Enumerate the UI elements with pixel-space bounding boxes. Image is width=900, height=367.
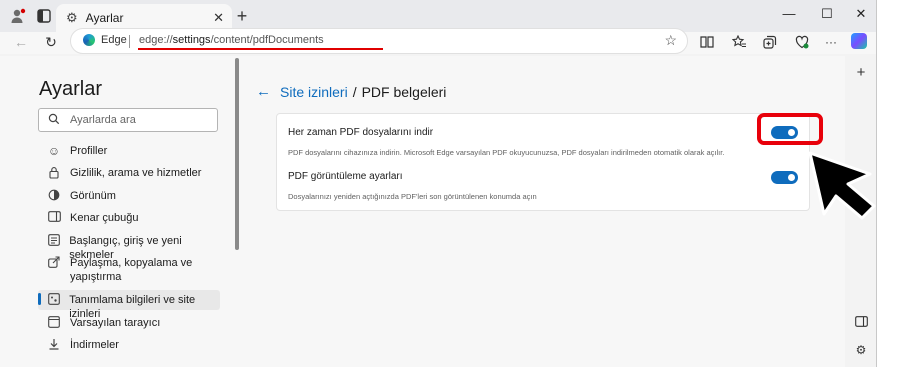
reading-view-icon[interactable]	[699, 35, 715, 52]
url-bold: settings	[172, 34, 211, 46]
main-panel: ← Site izinleri / PDF belgeleri Her zama…	[246, 56, 845, 367]
sidebar-icon	[47, 211, 61, 225]
sidebar-title: Ayarlar	[39, 78, 102, 100]
back-arrow-icon[interactable]: ←	[256, 83, 271, 100]
profile-icon: ☺	[47, 144, 61, 158]
url-rest: /content/pdfDocuments	[210, 34, 324, 46]
start-icon	[47, 234, 60, 249]
hide-sidebar-icon[interactable]	[854, 316, 868, 330]
profile-avatar-icon[interactable]	[10, 8, 26, 24]
sidebar-item-startup[interactable]: Başlangıç, giriş ve yeni sekmeler	[38, 234, 220, 261]
url-text[interactable]: edge://settings/content/pdfDocuments	[139, 34, 324, 46]
address-bar[interactable]: Edge edge://settings/content/pdfDocument…	[70, 28, 688, 54]
settings-page: Ayarlar Ayarlarda ara ☺ Profiller Gizlil…	[0, 56, 845, 367]
always-download-pdf-description: PDF dosyalarını cihazınıza indirin. Micr…	[288, 148, 725, 157]
sidebar-item-share[interactable]: Paylaşma, kopyalama ve yapıştırma	[38, 256, 220, 286]
sidebar-item-downloads[interactable]: İndirmeler	[38, 338, 220, 354]
maximize-button[interactable]: ☐	[817, 6, 837, 22]
appearance-icon	[47, 189, 61, 204]
sidebar-item-default-browser[interactable]: Varsayılan tarayıcı	[38, 316, 220, 332]
browser-window: ⚙ Ayarlar ✕ + — ☐ ✕ ← ↻ Edge edge://sett…	[0, 0, 877, 367]
address-divider	[129, 35, 130, 48]
more-options-icon[interactable]: ···	[823, 35, 839, 49]
back-button[interactable]: ←	[12, 34, 30, 50]
gear-icon: ⚙	[66, 10, 78, 25]
add-sidebar-app-icon[interactable]: +	[854, 64, 868, 81]
sidebar-settings-gear-icon[interactable]: ⚙	[854, 343, 868, 357]
sidebar-item-appearance[interactable]: Görünüm	[38, 189, 220, 205]
search-input[interactable]: Ayarlarda ara	[38, 108, 218, 132]
copilot-icon[interactable]	[851, 33, 867, 49]
toggle-knob	[788, 174, 795, 181]
sidebar-scrollbar[interactable]	[235, 58, 239, 250]
browser-icon	[47, 316, 61, 331]
sidebar-item-label: Paylaşma, kopyalama ve yapıştırma	[70, 257, 193, 283]
sidebar-item-profiles[interactable]: ☺ Profiller	[38, 144, 220, 160]
sidebar-item-cookies[interactable]: Tanımlama bilgileri ve site izinleri	[38, 290, 220, 320]
sidebar-item-label: Görünüm	[70, 190, 116, 202]
sidebar-item-label: İndirmeler	[70, 339, 119, 351]
cookies-icon	[47, 293, 60, 308]
url-red-underline	[138, 48, 383, 50]
sidebar-item-label: Gizlilik, arama ve hizmetler	[70, 167, 202, 179]
tab-close-icon[interactable]: ✕	[213, 10, 224, 26]
edge-chip[interactable]: Edge	[83, 34, 127, 46]
always-download-pdf-title: Her zaman PDF dosyalarını indir	[288, 127, 434, 138]
close-window-button[interactable]: ✕	[851, 6, 871, 22]
pdf-settings-card: Her zaman PDF dosyalarını indir PDF dosy…	[276, 113, 810, 211]
edge-logo-icon	[83, 34, 95, 46]
minimize-button[interactable]: —	[779, 6, 799, 21]
workspaces-icon[interactable]	[36, 8, 52, 24]
favorite-star-icon[interactable]: ☆	[664, 32, 677, 49]
tab-title: Ayarlar	[85, 11, 124, 25]
settings-sidebar: Ayarlar Ayarlarda ara ☺ Profiller Gizlil…	[0, 56, 236, 367]
page-title: PDF belgeleri	[361, 83, 447, 100]
lock-icon	[47, 166, 61, 182]
download-icon	[47, 338, 61, 353]
sidebar-item-label: Kenar çubuğu	[70, 212, 139, 224]
pdf-view-settings-toggle[interactable]	[771, 171, 798, 184]
sidebar-item-privacy[interactable]: Gizlilik, arama ve hizmetler	[38, 166, 220, 182]
sidebar-item-sidebar[interactable]: Kenar çubuğu	[38, 211, 220, 227]
toggle-highlight-box	[757, 113, 823, 145]
refresh-button[interactable]: ↻	[42, 34, 60, 51]
breadcrumb-parent-link[interactable]: Site izinleri	[280, 84, 348, 100]
pdf-view-settings-title: PDF görüntüleme ayarları	[288, 171, 403, 182]
browser-essentials-icon[interactable]	[794, 35, 810, 52]
url-prefix: edge://	[139, 34, 173, 46]
edge-label: Edge	[101, 34, 127, 46]
sidebar-item-label: Varsayılan tarayıcı	[70, 317, 161, 329]
breadcrumb-separator: /	[352, 83, 357, 100]
new-tab-button[interactable]: +	[232, 6, 252, 27]
collections-icon[interactable]	[762, 35, 778, 52]
pointer-arrow-icon	[808, 151, 876, 220]
search-icon	[48, 113, 60, 128]
sidebar-item-label: Profiller	[70, 145, 108, 157]
favorites-icon[interactable]	[731, 34, 747, 52]
breadcrumb: ← Site izinleri / PDF belgeleri	[256, 83, 446, 100]
pdf-view-settings-description: Dosyalarınızı yeniden açtığınızda PDF'le…	[288, 192, 537, 201]
share-icon	[47, 256, 61, 271]
search-placeholder: Ayarlarda ara	[70, 114, 136, 126]
